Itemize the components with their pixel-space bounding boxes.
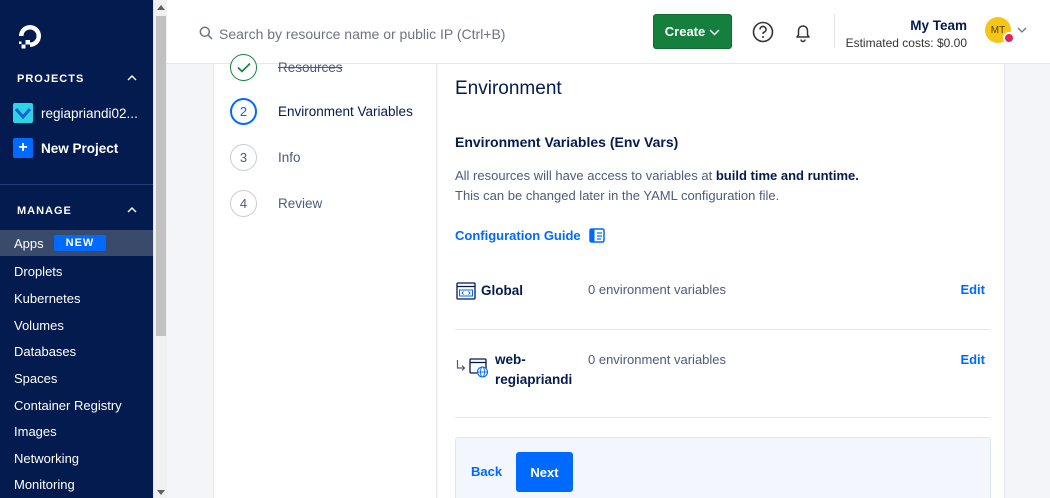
sidebar-divider	[0, 184, 153, 185]
create-button[interactable]: Create	[653, 14, 732, 49]
env-var-count: 0 environment variables	[588, 282, 727, 297]
chevron-up-icon[interactable]	[126, 204, 138, 216]
web-service-icon	[469, 358, 489, 378]
sidebar-item-label: Container Registry	[14, 397, 122, 413]
scroll-down-arrow-icon[interactable]	[157, 490, 165, 495]
chevron-down-icon[interactable]	[1017, 26, 1027, 34]
avatar-status-dot	[1003, 32, 1015, 44]
back-button[interactable]: Back	[471, 464, 502, 479]
sidebar-project-item[interactable]: regiapriandi02...	[13, 102, 138, 124]
sidebar-item-kubernetes[interactable]: Kubernetes	[0, 285, 153, 311]
search-icon	[199, 26, 213, 40]
sidebar-item-label: Spaces	[14, 370, 58, 386]
sidebar-item-spaces[interactable]: Spaces	[0, 365, 153, 391]
configuration-guide-link[interactable]: Configuration Guide	[455, 228, 605, 243]
global-config-icon	[456, 282, 476, 300]
sidebar-item-container-registry[interactable]: Container Registry	[0, 392, 153, 418]
new-project-label: New Project	[41, 140, 119, 156]
scrollbar-thumb[interactable]	[156, 16, 166, 336]
steps-panel: Resources 2 Environment Variables 3 Info…	[213, 54, 437, 498]
description-text: All resources will have access to variab…	[455, 168, 716, 183]
bell-icon[interactable]	[792, 21, 814, 43]
projects-section-title: PROJECTS	[17, 73, 85, 85]
component-row-global: Global 0 environment variables Edit	[455, 274, 991, 314]
description-line-1: All resources will have access to variab…	[455, 168, 859, 183]
sidebar-item-droplets[interactable]: Droplets	[0, 258, 153, 284]
component-name-line-1: web-	[495, 352, 526, 367]
new-badge: NEW	[53, 235, 107, 251]
step-review[interactable]: 4 Review	[230, 190, 322, 217]
sidebar-scrollbar[interactable]	[153, 0, 167, 498]
sidebar-item-label: Monitoring	[14, 476, 75, 492]
step-label: Resources	[278, 60, 343, 75]
step-info[interactable]: 3 Info	[230, 144, 301, 171]
sidebar-item-label: Images	[14, 423, 57, 439]
step-resources[interactable]: Resources	[230, 54, 343, 81]
edit-global-button[interactable]: Edit	[960, 282, 985, 297]
row-divider	[455, 417, 991, 418]
sidebar-item-label: Apps	[14, 235, 44, 251]
step-indicator: 3	[230, 144, 257, 171]
step-environment-variables[interactable]: 2 Environment Variables	[230, 98, 413, 125]
component-name: Global	[481, 283, 524, 298]
step-label: Environment Variables	[278, 104, 413, 119]
configuration-guide-label: Configuration Guide	[455, 228, 581, 243]
step-label: Review	[278, 196, 323, 211]
section-subtitle: Environment Variables (Env Vars)	[455, 134, 679, 150]
chevron-up-icon[interactable]	[126, 72, 138, 84]
child-arrow-icon	[456, 360, 466, 371]
component-row-web: web- regiapriandi 0 environment variable…	[455, 344, 991, 394]
sidebar-item-label: Volumes	[14, 317, 64, 333]
env-var-count: 0 environment variables	[588, 352, 727, 367]
create-label: Create	[664, 24, 706, 39]
step-indicator: 2	[230, 98, 257, 125]
checkmark-icon	[236, 62, 251, 73]
project-name: regiapriandi02...	[41, 105, 138, 121]
sidebar-item-label: Networking	[14, 450, 80, 466]
edit-web-button[interactable]: Edit	[960, 352, 985, 367]
manage-section-title: MANAGE	[17, 205, 72, 217]
sidebar: PROJECTS regiapriandi02... + New Project…	[0, 0, 153, 498]
sidebar-item-label: Databases	[14, 343, 77, 359]
row-divider	[455, 329, 991, 330]
right-gutter	[1005, 64, 1050, 498]
component-name-line-2: regiapriandi	[495, 372, 573, 387]
app-window: PROJECTS regiapriandi02... + New Project…	[0, 0, 1050, 498]
description-bold: build time and runtime.	[715, 168, 859, 183]
help-icon[interactable]	[752, 21, 774, 43]
document-icon	[588, 228, 605, 243]
step-indicator: 4	[230, 190, 257, 217]
sidebar-item-volumes[interactable]: Volumes	[0, 312, 153, 338]
sidebar-item-networking[interactable]: Networking	[0, 445, 153, 471]
sidebar-item-databases[interactable]: Databases	[0, 338, 153, 364]
description-line-2: This can be changed later in the YAML co…	[455, 188, 780, 203]
sidebar-item-monitoring[interactable]: Monitoring	[0, 471, 153, 497]
search-input[interactable]	[219, 22, 619, 46]
step-label: Info	[278, 150, 301, 165]
environment-content: Environment Environment Variables (Env V…	[438, 64, 1005, 498]
estimated-costs: Estimated costs: $0.00	[845, 36, 967, 50]
digitalocean-logo-icon[interactable]	[16, 22, 44, 50]
step-indicator	[230, 54, 257, 81]
topbar-divider	[834, 14, 835, 48]
team-name[interactable]: My Team	[910, 18, 967, 33]
scroll-up-arrow-icon[interactable]	[157, 5, 165, 10]
plus-icon: +	[13, 138, 33, 158]
sidebar-item-apps[interactable]: Apps NEW	[0, 230, 153, 256]
sidebar-item-images[interactable]: Images	[0, 418, 153, 444]
sidebar-item-label: Kubernetes	[14, 290, 81, 306]
page-title: Environment	[455, 78, 562, 99]
project-icon	[13, 103, 33, 123]
new-project-button[interactable]: + New Project	[13, 137, 118, 159]
next-button[interactable]: Next	[516, 452, 573, 492]
chevron-down-icon	[709, 29, 720, 35]
wizard-footer: Back Next	[455, 437, 991, 498]
sidebar-item-label: Droplets	[14, 263, 63, 279]
